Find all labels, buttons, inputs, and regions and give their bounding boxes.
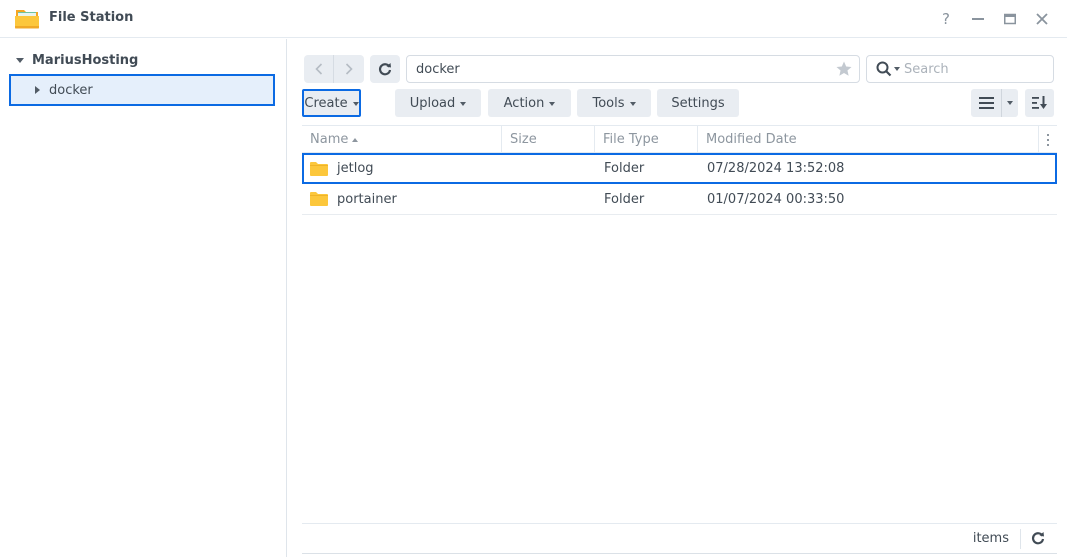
view-mode-dropdown[interactable] [1002,89,1018,117]
sort-button[interactable] [1025,89,1054,117]
column-header-type[interactable]: File Type [595,126,698,153]
path-field[interactable]: docker [406,55,860,83]
column-name-label: Name [310,132,349,147]
refresh-button[interactable] [370,55,400,83]
list-view-icon [978,97,994,109]
table-row[interactable]: portainer Folder 01/07/2024 00:33:50 [302,184,1057,215]
column-size-label: Size [510,132,537,147]
upload-button[interactable]: Upload [395,89,481,117]
folder-icon [310,161,328,176]
cell-name: jetlog [310,155,374,182]
tree-root-mariushosting[interactable]: MariusHosting [16,53,138,68]
file-name: portainer [337,191,397,207]
help-button[interactable]: ? [935,8,957,30]
cell-date: 01/07/2024 00:33:50 [707,191,845,207]
cell-type: Folder [604,191,645,207]
help-icon: ? [942,10,950,28]
items-count-label: items [972,531,1009,546]
search-icon[interactable] [876,61,892,77]
status-divider [1020,529,1021,549]
minimize-button[interactable] [967,8,989,30]
status-bar: items [302,523,1057,554]
tools-button[interactable]: Tools [577,89,651,117]
minimize-icon [972,18,984,20]
caret-down-icon[interactable] [16,58,24,63]
forward-button[interactable] [334,55,364,83]
caret-down-icon [629,101,636,106]
more-vertical-icon [1047,133,1049,146]
tools-label: Tools [592,95,625,111]
caret-down-icon [1007,101,1013,105]
close-button[interactable] [1031,8,1053,30]
caret-down-icon [549,101,556,106]
history-nav [304,55,364,83]
sidebar-tree: MariusHosting docker [0,39,287,557]
tree-item-label: docker [49,82,93,98]
back-button[interactable] [304,55,334,83]
action-label: Action [503,95,545,111]
chevron-left-icon [314,63,322,75]
close-icon [1036,13,1048,25]
upload-label: Upload [409,95,456,111]
maximize-button[interactable] [999,8,1021,30]
title-bar: File Station ? [0,0,1067,38]
cell-date: 07/28/2024 13:52:08 [707,161,845,176]
column-menu-button[interactable] [1039,126,1057,153]
maximize-icon [1004,13,1016,25]
search-options-caret-icon[interactable] [894,67,900,71]
folder-icon [310,192,328,206]
star-icon[interactable] [835,60,853,78]
search-field[interactable] [866,55,1054,83]
settings-button[interactable]: Settings [657,89,739,117]
column-type-label: File Type [603,132,659,147]
column-date-label: Modified Date [706,132,797,147]
cell-name: portainer [310,184,397,214]
caret-down-icon [352,101,359,106]
caret-down-icon [460,101,467,106]
refresh-icon [379,63,392,76]
column-header-name[interactable]: Name [302,126,502,153]
sort-ascending-icon [352,137,359,142]
refresh-icon[interactable] [1031,531,1045,545]
caret-right-icon[interactable] [35,86,40,94]
grid-header: Name Size File Type Modified Date [302,125,1057,153]
sort-icon [1031,96,1047,109]
file-name: jetlog [337,161,374,176]
table-row[interactable]: jetlog Folder 07/28/2024 13:52:08 [302,153,1057,184]
tree-root-label: MariusHosting [32,53,139,68]
tree-item-docker[interactable]: docker [9,74,275,106]
create-button[interactable]: Create [302,89,361,117]
search-input[interactable] [904,61,1044,77]
app-title: File Station [49,10,134,25]
file-grid: Name Size File Type Modified Date jetlog… [302,125,1057,215]
path-text: docker [416,61,460,77]
chevron-right-icon [345,63,353,75]
column-header-date[interactable]: Modified Date [698,126,1039,153]
folder-app-icon [15,10,39,29]
view-mode-group [971,89,1018,117]
action-button[interactable]: Action [488,89,571,117]
create-label: Create [304,95,348,111]
list-view-button[interactable] [971,89,1002,117]
cell-type: Folder [604,161,645,176]
column-header-size[interactable]: Size [502,126,595,153]
settings-label: Settings [671,95,725,111]
